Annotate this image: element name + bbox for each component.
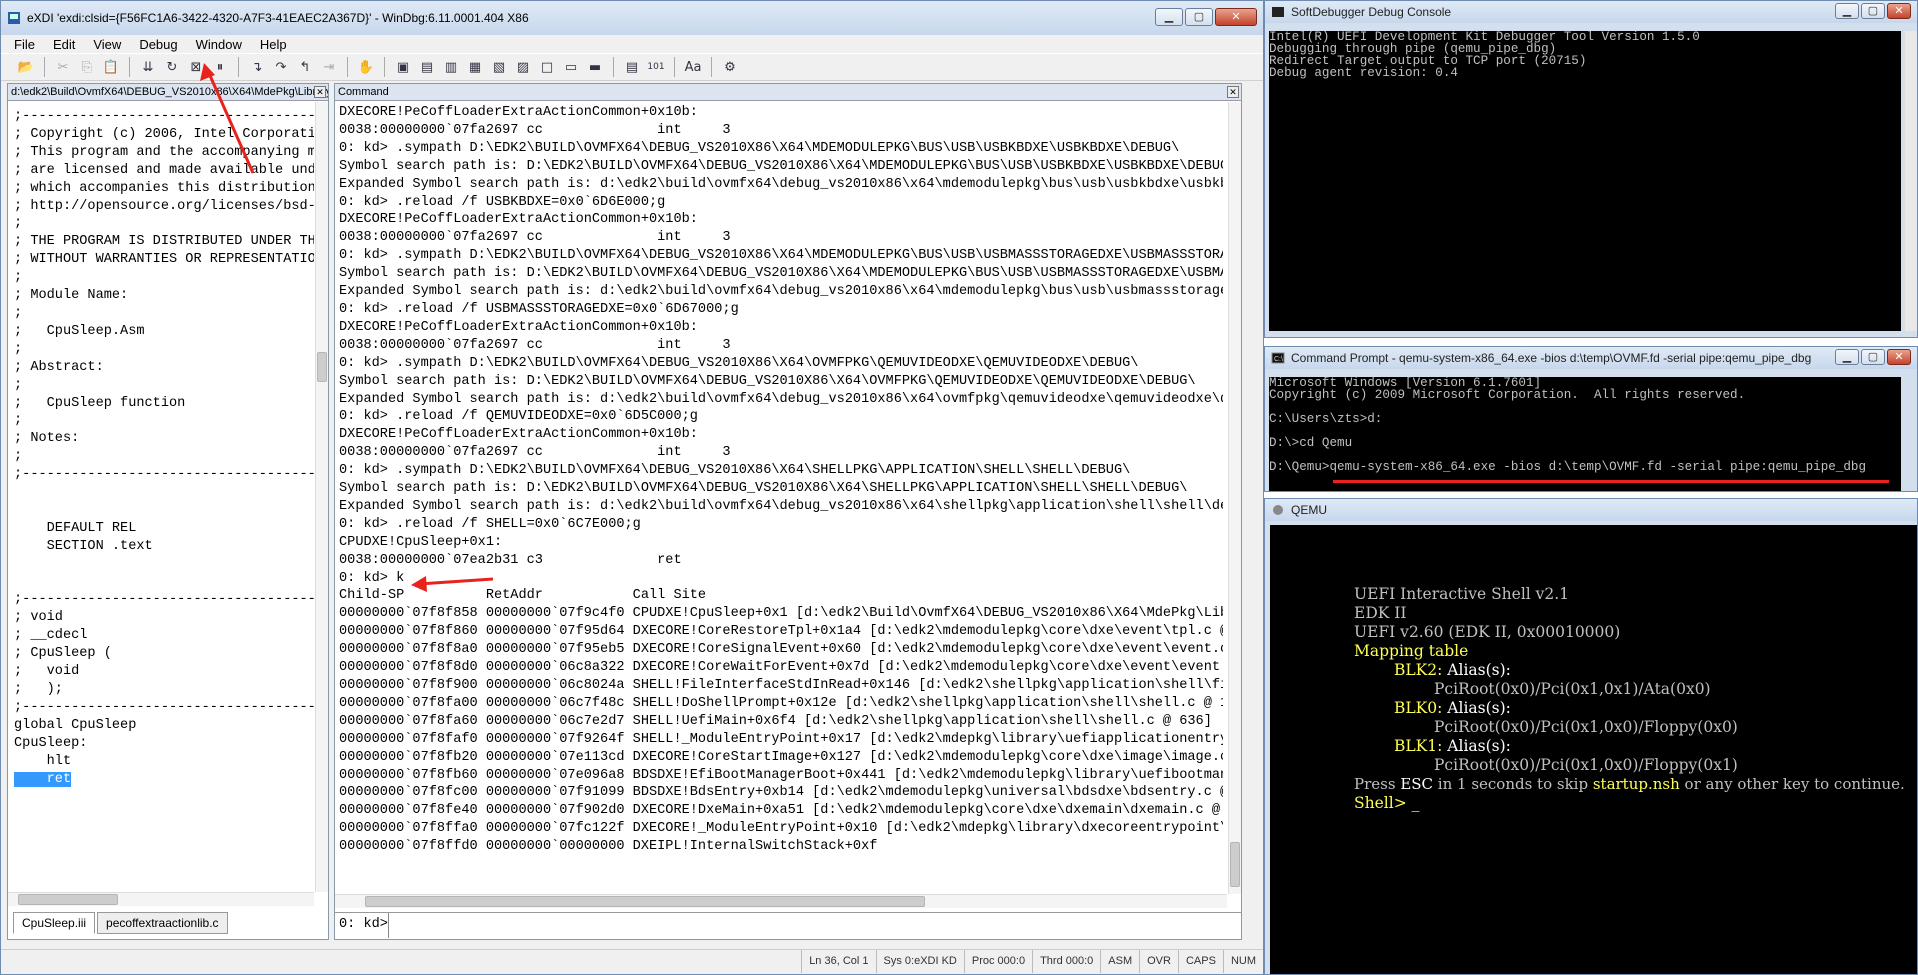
startup-message: Press ESC in 1 seconds to skip startup.n… <box>1354 775 1905 793</box>
console-icon <box>1272 7 1284 17</box>
mapping-path: PciRoot(0x0)/Pci(0x1,0x1)/Ata(0x0) <box>1434 680 1711 698</box>
cmd-icon: C:\ <box>1271 352 1285 364</box>
qemu-window: QEMU UEFI Interactive Shell v2.1 EDK II … <box>1264 498 1918 975</box>
close-button[interactable]: ✕ <box>1887 349 1911 365</box>
qemu-title: QEMU <box>1291 503 1327 517</box>
command-prompt-window: C:\ Command Prompt - qemu-system-x86_64.… <box>1264 346 1918 492</box>
minimize-button[interactable]: ▁ <box>1835 3 1859 19</box>
shell-prompt: Shell> _ <box>1354 794 1420 812</box>
mapping-path: PciRoot(0x0)/Pci(0x1,0x0)/Floppy(0x1) <box>1434 756 1738 774</box>
softdebugger-console-window: SoftDebugger Debug Console ▁ ▢ ✕ Intel(R… <box>1264 0 1918 338</box>
maximize-button[interactable]: ▢ <box>1861 349 1885 365</box>
annotation-underline <box>1333 480 1889 483</box>
qemu-icon <box>1273 505 1283 515</box>
mapping-row: BLK1: Alias(s): <box>1394 737 1511 755</box>
windbg-window: eXDI 'exdi:clsid={F56FC1A6-3422-4320-A7F… <box>0 0 1264 975</box>
softdebugger-title: SoftDebugger Debug Console <box>1291 5 1452 19</box>
close-button[interactable]: ✕ <box>1887 3 1911 19</box>
annotation-arrowhead-kd <box>411 576 427 592</box>
console-line: Debug agent revision: 0.4 <box>1269 66 1458 80</box>
mapping-table-label: Mapping table <box>1354 642 1469 660</box>
annotation-arrow-kd <box>418 577 494 586</box>
softdebugger-output: Intel(R) UEFI Development Kit Debugger T… <box>1269 31 1901 331</box>
minimize-button[interactable]: ▁ <box>1835 349 1859 365</box>
mapping-path: PciRoot(0x0)/Pci(0x1,0x0)/Floppy(0x0) <box>1434 718 1738 736</box>
annotation-arrows <box>200 63 494 592</box>
mapping-row: BLK2: Alias(s): <box>1394 661 1511 679</box>
uefi-version: UEFI v2.60 (EDK II, 0x00010000) <box>1354 623 1621 641</box>
console-line: D:\Qemu>qemu-system-x86_64.exe -bios d:\… <box>1269 460 1867 474</box>
uefi-shell-title: UEFI Interactive Shell v2.1 <box>1354 585 1570 603</box>
edk-label: EDK II <box>1354 604 1407 622</box>
console-line: D:\>cd Qemu <box>1269 436 1353 450</box>
console-line: Copyright (c) 2009 Microsoft Corporation… <box>1269 388 1746 402</box>
svg-text:C:\: C:\ <box>1274 356 1283 363</box>
console-line: C:\Users\zts>d: <box>1269 412 1383 426</box>
command-prompt-title: Command Prompt - qemu-system-x86_64.exe … <box>1291 351 1812 365</box>
console-scrollbar[interactable] <box>1904 31 1917 331</box>
command-prompt-output: Microsoft Windows [Version 6.1.7601] Copy… <box>1269 377 1901 491</box>
annotation-arrow-toolbar <box>206 70 255 174</box>
maximize-button[interactable]: ▢ <box>1861 3 1885 19</box>
mapping-row: BLK0: Alias(s): <box>1394 699 1511 717</box>
command-prompt-titlebar[interactable]: C:\ Command Prompt - qemu-system-x86_64.… <box>1265 347 1917 369</box>
qemu-titlebar[interactable]: QEMU <box>1265 499 1917 521</box>
softdebugger-titlebar[interactable]: SoftDebugger Debug Console ▁ ▢ ✕ <box>1265 1 1917 23</box>
qemu-screen[interactable]: UEFI Interactive Shell v2.1 EDK II UEFI … <box>1270 525 1917 974</box>
